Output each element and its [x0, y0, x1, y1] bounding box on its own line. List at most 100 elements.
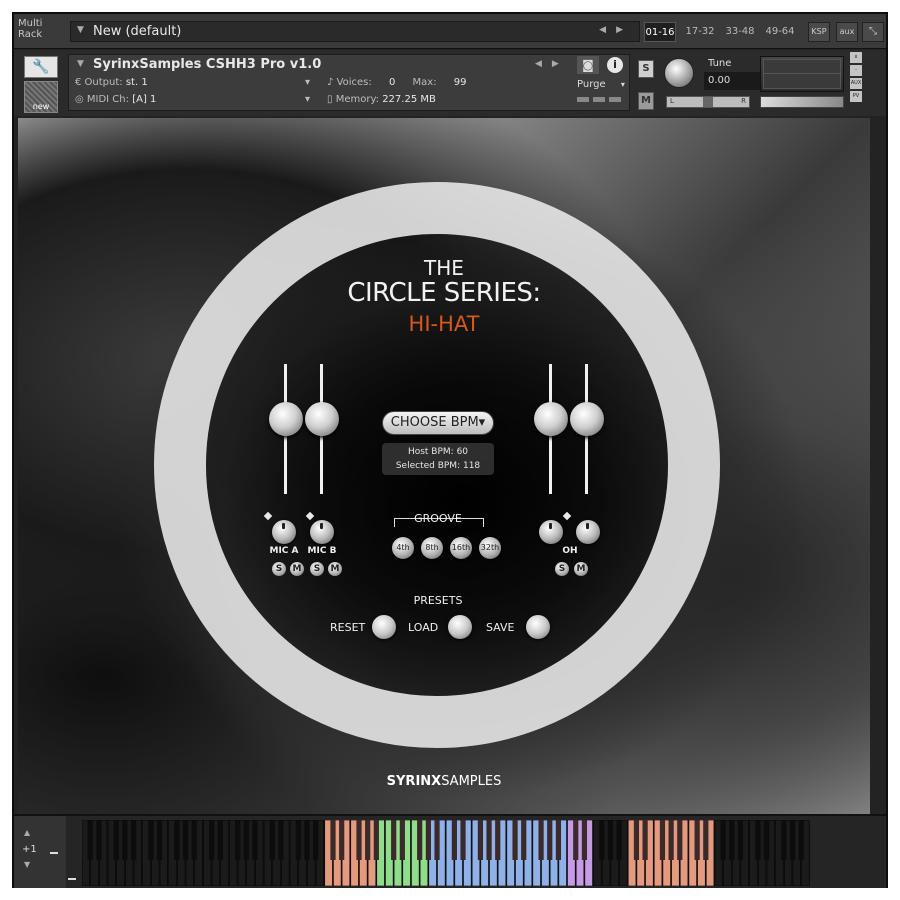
- black-key[interactable]: [174, 820, 180, 860]
- purge-dropdown[interactable]: Purge ▾: [577, 79, 625, 90]
- black-key[interactable]: [156, 820, 163, 860]
- black-key[interactable]: [755, 820, 761, 860]
- save-button[interactable]: [526, 615, 550, 639]
- tune-knob[interactable]: [664, 58, 694, 88]
- multi-preset-selector[interactable]: ▼ New (default) ◀▶: [70, 21, 640, 42]
- black-key[interactable]: [87, 820, 93, 860]
- choose-bpm-dropdown[interactable]: CHOOSE BPM▾: [382, 411, 494, 435]
- black-key[interactable]: [295, 820, 301, 860]
- groove-16th-button[interactable]: 16th: [450, 537, 472, 559]
- info-icon[interactable]: i: [607, 57, 623, 73]
- instrument-nav-arrows-icon[interactable]: ◀▶: [535, 59, 569, 69]
- tab-49-64[interactable]: 49-64: [762, 22, 798, 42]
- black-key[interactable]: [122, 820, 128, 860]
- black-key[interactable]: [130, 820, 137, 860]
- tab-01-16[interactable]: 01-16: [644, 22, 676, 42]
- groove-8th-button[interactable]: 8th: [421, 537, 443, 559]
- pv-side-button[interactable]: PV: [850, 91, 862, 102]
- black-key[interactable]: [642, 820, 648, 860]
- black-key[interactable]: [659, 820, 666, 860]
- black-key[interactable]: [798, 820, 804, 860]
- black-key[interactable]: [668, 820, 674, 860]
- mic-b-fader-handle[interactable]: [305, 402, 339, 436]
- mic-a-fader-handle[interactable]: [269, 402, 303, 436]
- black-key[interactable]: [339, 820, 345, 860]
- pan-handle[interactable]: [703, 97, 713, 107]
- black-key[interactable]: [399, 820, 405, 860]
- dropdown-arrow-icon[interactable]: ▼: [77, 59, 84, 69]
- black-key[interactable]: [373, 820, 379, 860]
- oh-solo-button[interactable]: S: [555, 562, 569, 576]
- new-instrument-button[interactable]: new: [24, 81, 58, 113]
- output-dropdown-icon[interactable]: ▾: [305, 77, 310, 88]
- aux-side-button[interactable]: AUX: [850, 78, 862, 89]
- black-key[interactable]: [191, 820, 197, 860]
- black-key[interactable]: [417, 820, 423, 860]
- black-key[interactable]: [486, 820, 492, 860]
- black-key[interactable]: [269, 820, 275, 860]
- mic-b-pan-knob[interactable]: [310, 520, 334, 544]
- black-key[interactable]: [694, 820, 700, 860]
- mic-a-pan-knob[interactable]: [272, 520, 296, 544]
- oh-mute-button[interactable]: M: [574, 562, 588, 576]
- black-key[interactable]: [434, 820, 440, 860]
- midi-dropdown-icon[interactable]: ▾: [305, 94, 310, 105]
- black-key[interactable]: [425, 820, 431, 860]
- black-key[interactable]: [183, 820, 189, 860]
- black-key[interactable]: [365, 820, 371, 860]
- minus-icon[interactable]: [68, 878, 76, 880]
- black-key[interactable]: [451, 820, 457, 860]
- black-key[interactable]: [521, 820, 527, 860]
- groove-32th-button[interactable]: 32th: [479, 537, 501, 559]
- black-key[interactable]: [209, 820, 215, 860]
- black-key[interactable]: [356, 820, 362, 860]
- black-key[interactable]: [599, 820, 605, 860]
- black-key[interactable]: [763, 820, 770, 860]
- black-key[interactable]: [148, 820, 154, 860]
- black-key[interactable]: [313, 820, 319, 860]
- oh-left-pan-knob[interactable]: [539, 520, 563, 544]
- minimize-icon[interactable]: -: [850, 65, 862, 76]
- oh-right-fader-handle[interactable]: [570, 402, 604, 436]
- collapse-icon[interactable]: ⤡: [862, 22, 884, 42]
- reset-button[interactable]: [372, 615, 396, 639]
- black-key[interactable]: [330, 820, 336, 860]
- piano-keyboard[interactable]: [82, 820, 810, 886]
- midi-row[interactable]: ◎ MIDI Ch: [A] 1: [75, 94, 156, 105]
- mic-b-solo-button[interactable]: S: [310, 562, 324, 576]
- black-key[interactable]: [252, 820, 258, 860]
- wrench-icon[interactable]: 🔧: [24, 56, 58, 78]
- black-key[interactable]: [512, 820, 518, 860]
- preset-nav-arrows-icon[interactable]: ◀▶: [599, 25, 633, 35]
- ksp-button[interactable]: KSP: [808, 22, 830, 42]
- black-key[interactable]: [720, 820, 726, 860]
- black-key[interactable]: [781, 820, 787, 860]
- black-key[interactable]: [581, 820, 588, 860]
- black-key[interactable]: [677, 820, 683, 860]
- black-key[interactable]: [495, 820, 501, 860]
- pan-slider[interactable]: L R: [666, 96, 750, 108]
- tab-33-48[interactable]: 33-48: [722, 22, 758, 42]
- black-key[interactable]: [391, 820, 397, 860]
- black-key[interactable]: [547, 820, 553, 860]
- camera-icon[interactable]: ◙: [577, 56, 599, 74]
- black-key[interactable]: [235, 820, 241, 860]
- minus-icon[interactable]: [50, 852, 58, 854]
- black-key[interactable]: [278, 820, 284, 860]
- black-key[interactable]: [460, 820, 466, 860]
- mic-a-mute-button[interactable]: M: [290, 562, 304, 576]
- volume-slider[interactable]: [760, 96, 844, 108]
- tune-value[interactable]: 0.00: [704, 72, 766, 90]
- black-key[interactable]: [304, 820, 310, 860]
- black-key[interactable]: [607, 820, 614, 860]
- black-key[interactable]: [573, 820, 579, 860]
- mic-a-solo-button[interactable]: S: [272, 562, 286, 576]
- solo-button[interactable]: S: [638, 60, 654, 78]
- close-icon[interactable]: x: [850, 52, 862, 63]
- black-key[interactable]: [477, 820, 483, 860]
- black-key[interactable]: [703, 820, 709, 860]
- mute-button[interactable]: M: [638, 92, 654, 110]
- black-key[interactable]: [555, 820, 562, 860]
- groove-4th-button[interactable]: 4th: [392, 537, 414, 559]
- oh-left-fader-handle[interactable]: [534, 402, 568, 436]
